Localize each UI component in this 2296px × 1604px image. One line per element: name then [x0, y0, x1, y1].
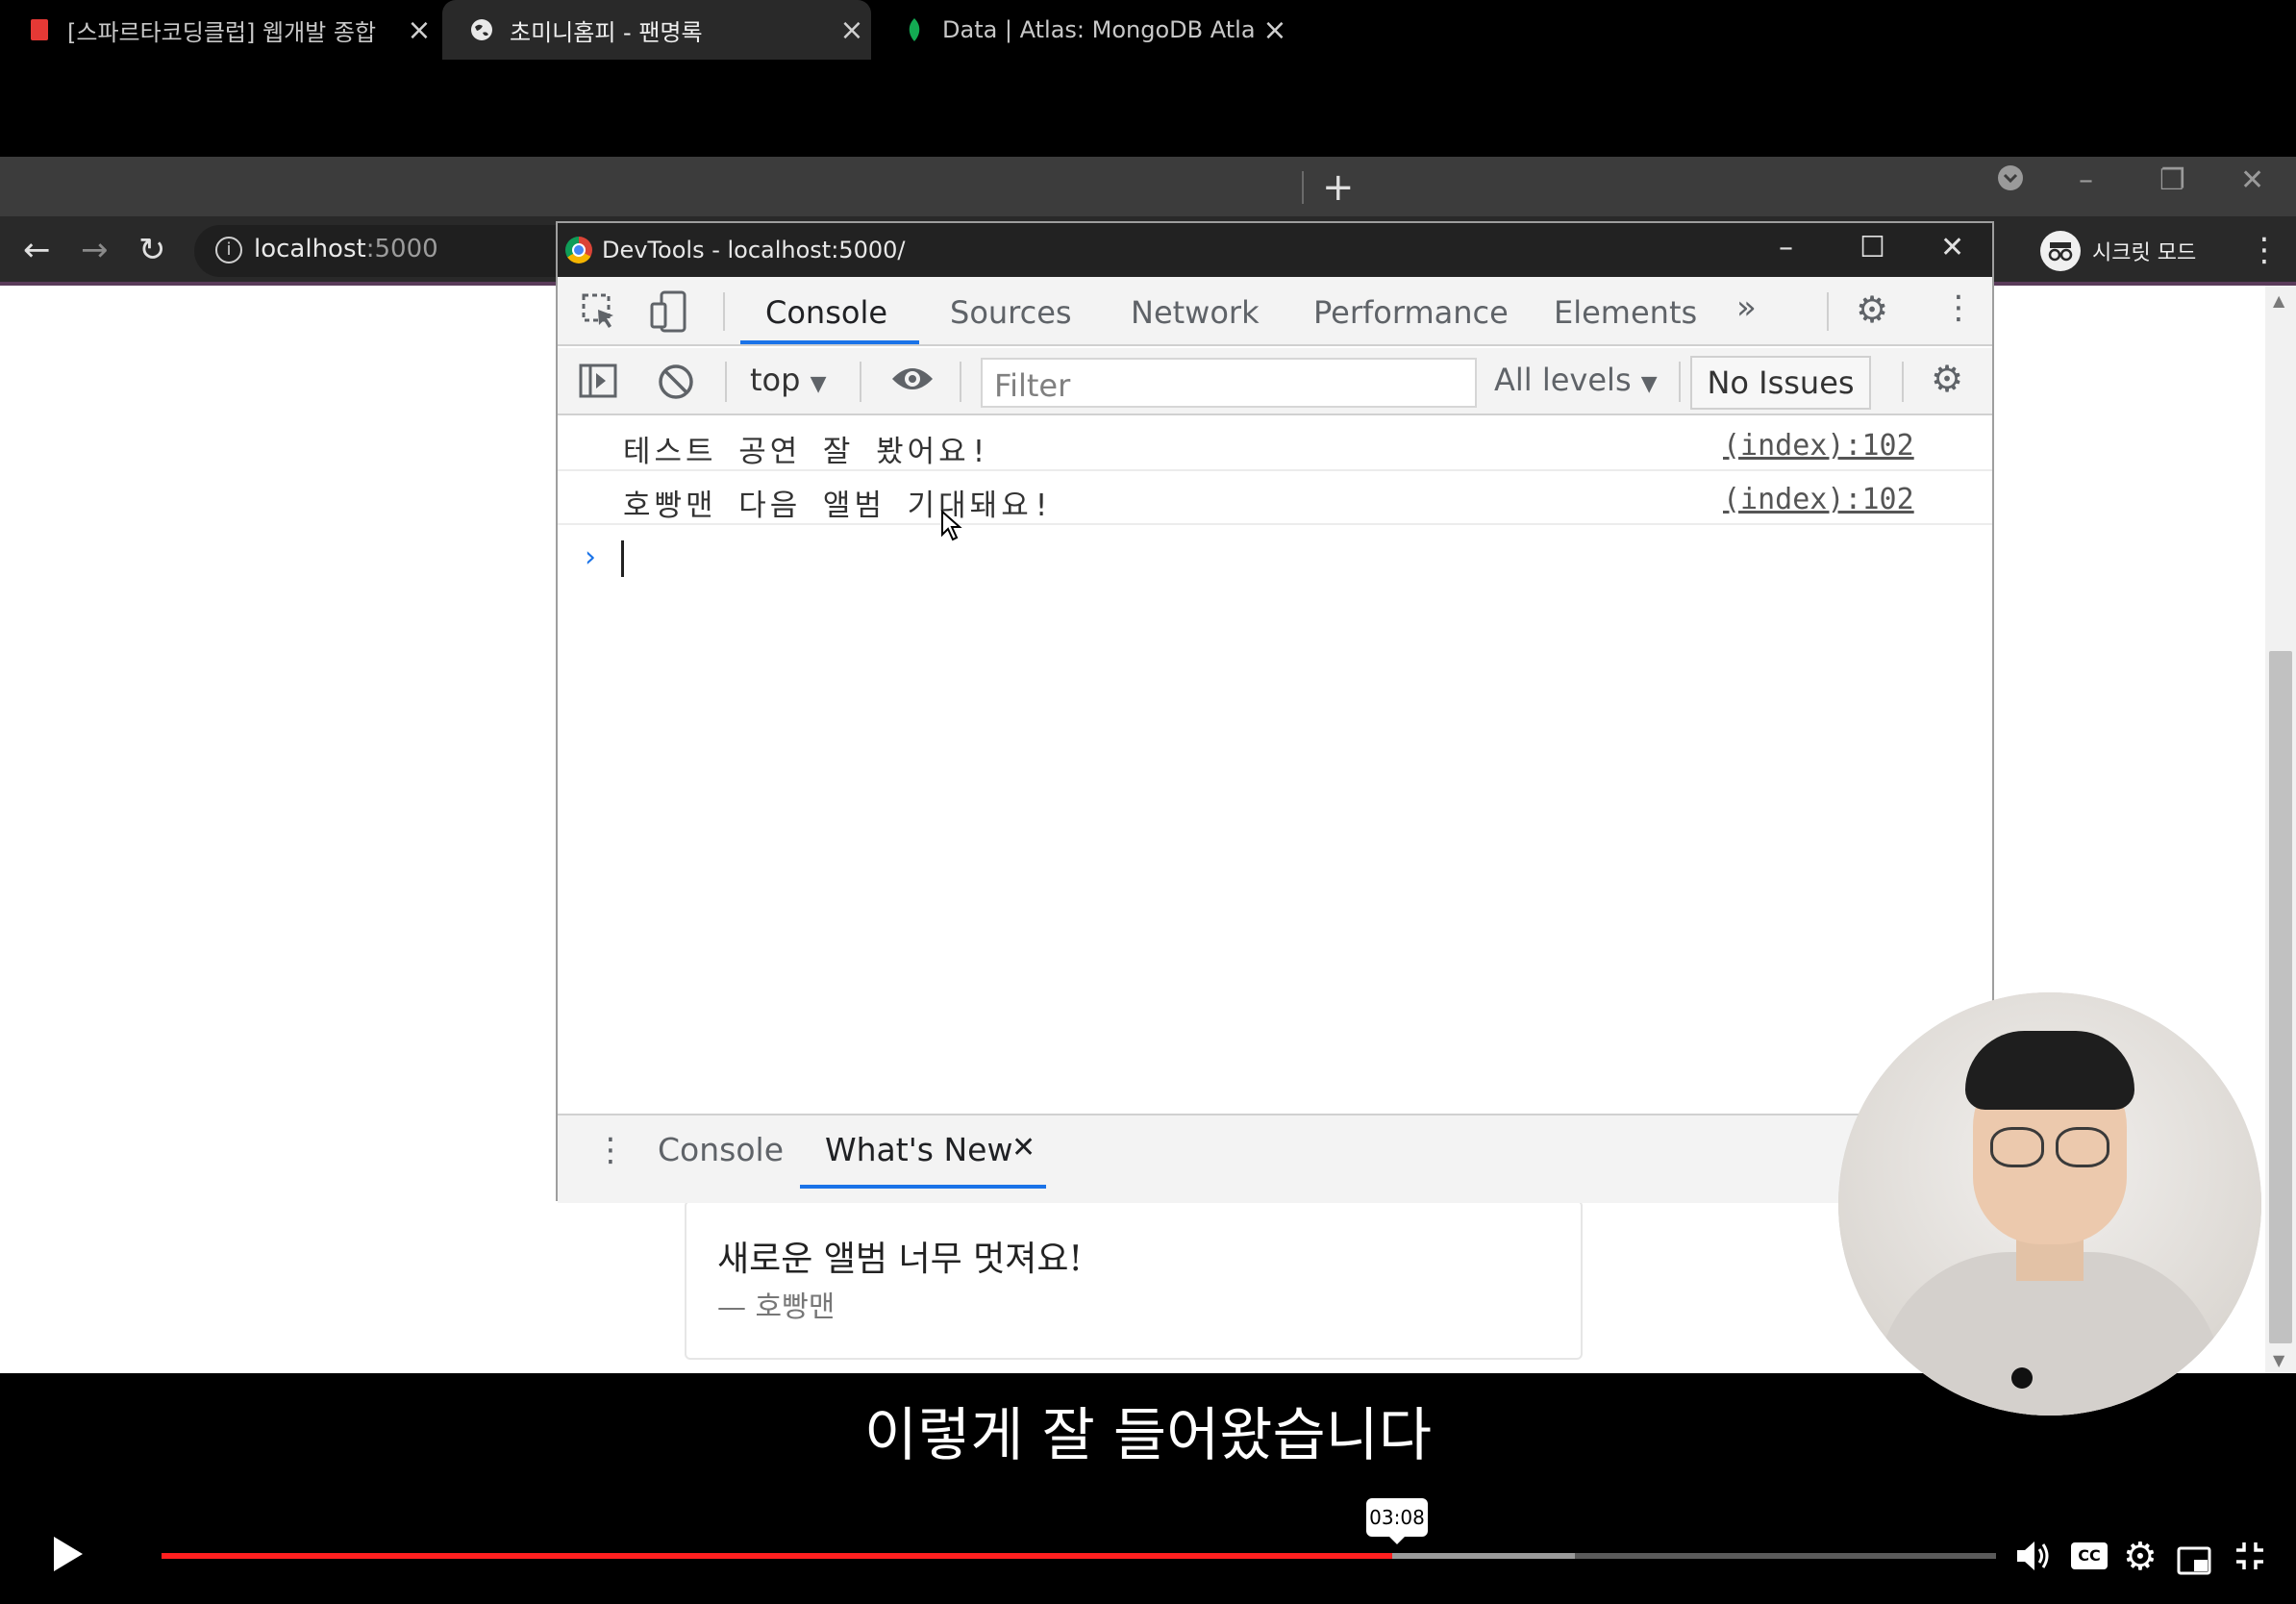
more-tabs-icon[interactable]: » [1736, 288, 1757, 327]
close-icon[interactable]: × [833, 13, 871, 47]
presenter-webcam [1838, 992, 2261, 1416]
log-source-link[interactable]: (index):102 [1723, 429, 1914, 463]
drawer-tab-console[interactable]: Console [658, 1131, 784, 1168]
bookmark-icon [27, 17, 52, 42]
leaf-icon [902, 17, 927, 42]
console-toolbar: top ▼ Filter All levels ▼ No Issues ⚙ [558, 348, 1992, 415]
scroll-up-icon[interactable]: ▲ [2273, 291, 2284, 310]
incognito-icon [2040, 231, 2081, 271]
divider [1679, 362, 1681, 402]
console-log-row: 테스트 공연 잘 봤어요! (index):102 [558, 417, 1992, 471]
devtools-tabbar: Console Sources Network Performance Elem… [558, 277, 1992, 346]
url-text: localhost:5000 [254, 235, 438, 263]
minimize-icon[interactable]: – [1779, 231, 1793, 264]
close-icon[interactable]: × [400, 13, 438, 47]
scroll-down-icon[interactable]: ▼ [2273, 1351, 2284, 1369]
comment-author: — 호빵맨 [717, 1291, 836, 1324]
sidebar-toggle-icon[interactable] [579, 363, 617, 407]
page-scrollbar[interactable]: ▲ ▼ [2265, 286, 2296, 1373]
chrome-logo-icon [565, 237, 592, 263]
info-icon[interactable]: i [215, 237, 242, 263]
tab-title: Data | Atlas: MongoDB Atlas [942, 16, 1256, 43]
time-tooltip: 03:08 [1366, 1498, 1428, 1544]
context-selector[interactable]: top ▼ [750, 362, 827, 398]
devtools-window: DevTools - localhost:5000/ – ☐ ✕ Console… [556, 221, 1994, 1203]
incognito-label: 시크릿 모드 [2092, 241, 2197, 265]
settings-gear-icon[interactable]: ⚙ [2123, 1535, 2158, 1579]
active-tab-indicator [800, 1185, 1046, 1189]
clear-console-icon[interactable] [658, 363, 694, 409]
devtools-titlebar: DevTools - localhost:5000/ – ☐ ✕ [558, 223, 1992, 277]
divider [725, 362, 727, 402]
log-message: 테스트 공연 잘 봤어요! [623, 435, 992, 469]
browser-tab-mongodb[interactable]: Data | Atlas: MongoDB Atlas × [875, 0, 1294, 60]
close-icon[interactable]: ✕ [1940, 231, 1964, 264]
issues-button[interactable]: No Issues [1690, 356, 1871, 410]
tab-console[interactable]: Console [765, 294, 887, 331]
browser-tab-sparta[interactable]: [스파르타코딩클럽] 웹개발 종합 × [0, 0, 438, 60]
console-input[interactable] [621, 540, 624, 577]
console-log-row: 호빵맨 다음 앨범 기대돼요! (index):102 [558, 471, 1992, 525]
divider [860, 362, 861, 402]
exit-fullscreen-icon[interactable] [2233, 1539, 2267, 1583]
divider [1827, 292, 1829, 331]
close-icon[interactable]: × [1256, 13, 1294, 47]
volume-icon[interactable] [2015, 1539, 2052, 1583]
minimize-icon[interactable]: – [2079, 163, 2093, 197]
tab-search-icon[interactable] [1996, 163, 2025, 200]
back-icon[interactable]: ← [23, 231, 51, 269]
divider [1902, 362, 1904, 402]
browser-tab-strip [0, 157, 2296, 216]
tab-divider [1302, 171, 1304, 204]
incognito-indicator[interactable]: 시크릿 모드 [2040, 229, 2196, 273]
more-options-icon[interactable]: ⋮ [1942, 288, 1975, 327]
log-message: 호빵맨 다음 앨범 기대돼요! [623, 489, 1055, 523]
maximize-icon[interactable]: ☐ [1859, 231, 1885, 264]
tab-title: 초미니홈피 - 팬명록 [510, 18, 703, 46]
more-menu-icon[interactable]: ⋮ [2248, 231, 2281, 269]
tab-sources[interactable]: Sources [950, 294, 1072, 331]
browser-tab-minihome[interactable]: 초미니홈피 - 팬명록 × [442, 0, 871, 60]
devtools-title: DevTools - localhost:5000/ [602, 237, 906, 263]
scrollbar-thumb[interactable] [2269, 651, 2292, 1343]
captions-icon[interactable]: CC [2071, 1542, 2108, 1569]
new-tab-icon[interactable]: + [1322, 165, 1355, 210]
inspect-element-icon[interactable] [581, 292, 619, 339]
drawer-tab-whats-new[interactable]: What's New [825, 1131, 1012, 1168]
filter-input[interactable]: Filter [981, 358, 1477, 408]
picture-in-picture-icon[interactable] [2177, 1541, 2211, 1585]
tab-elements[interactable]: Elements [1554, 294, 1697, 331]
devtools-drawer: ⋮ Console What's New ✕ [558, 1114, 1992, 1203]
forward-icon[interactable]: → [81, 231, 109, 269]
console-prompt-icon: › [585, 540, 596, 574]
globe-icon [469, 17, 494, 42]
device-toolbar-icon[interactable] [650, 290, 688, 341]
settings-gear-icon[interactable]: ⚙ [1856, 288, 1888, 331]
tab-network[interactable]: Network [1131, 294, 1260, 331]
close-icon[interactable]: ✕ [1011, 1131, 1036, 1165]
tab-performance[interactable]: Performance [1313, 294, 1509, 331]
divider [960, 362, 961, 402]
video-subtitle: 이렇게 잘 들어왔습니다 [863, 1402, 1433, 1469]
console-settings-icon[interactable]: ⚙ [1931, 358, 1963, 400]
active-tab-indicator [740, 340, 919, 344]
divider [723, 292, 725, 331]
play-icon[interactable] [50, 1535, 85, 1583]
mouse-cursor-icon [940, 509, 963, 546]
eye-icon[interactable] [890, 362, 935, 405]
comment-card: 새로운 앨범 너무 멋져요! — 호빵맨 [685, 1200, 1583, 1360]
reload-icon[interactable]: ↻ [138, 231, 166, 269]
comment-text: 새로운 앨범 너무 멋져요! [717, 1240, 1083, 1279]
tab-title: [스파르타코딩클럽] 웹개발 종합 [67, 18, 377, 46]
log-levels-dropdown[interactable]: All levels ▼ [1494, 362, 1658, 398]
video-frame: [스파르타코딩클럽] 웹개발 종합 × 초미니홈피 - 팬명록 × Data |… [0, 0, 2296, 1604]
close-window-icon[interactable]: ✕ [2240, 163, 2264, 197]
log-source-link[interactable]: (index):102 [1723, 483, 1914, 516]
drawer-menu-icon[interactable]: ⋮ [594, 1131, 627, 1169]
progress-played[interactable] [162, 1553, 1392, 1559]
restore-icon[interactable]: ❐ [2159, 163, 2185, 197]
